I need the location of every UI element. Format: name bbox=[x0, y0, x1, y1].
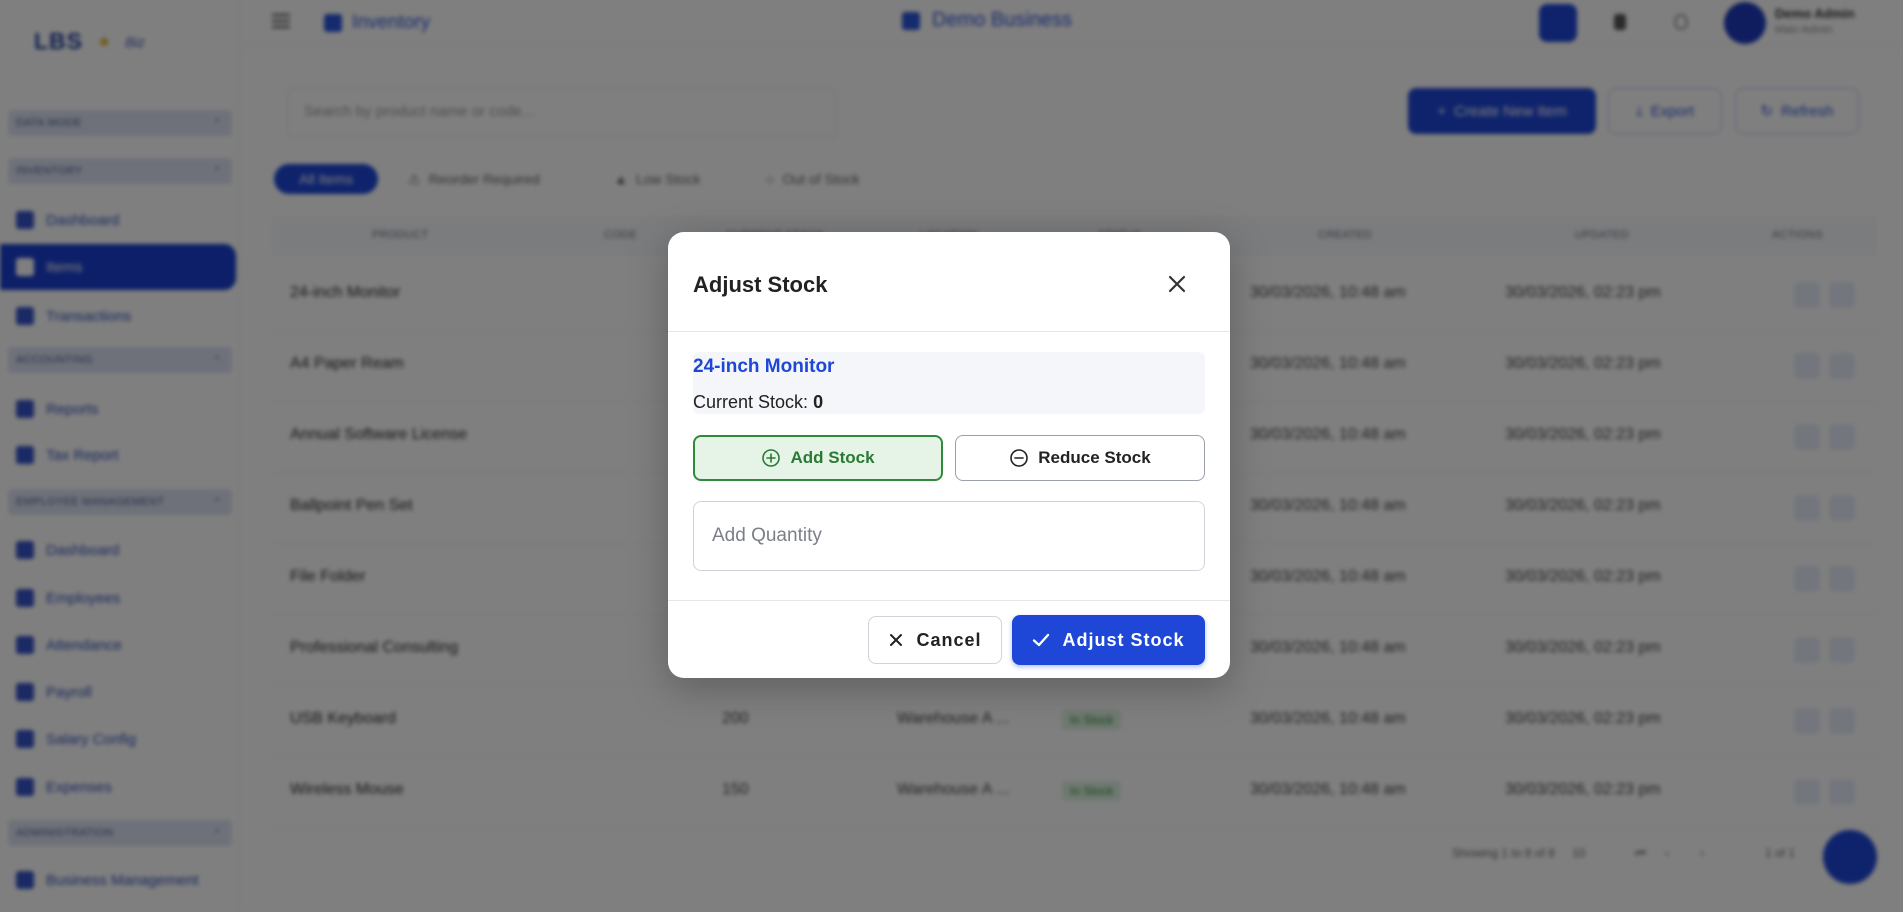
current-stock-value: 0 bbox=[813, 392, 824, 412]
product-summary: 24-inch Monitor Current Stock: 0 bbox=[693, 352, 1205, 414]
plus-circle-icon bbox=[762, 449, 781, 467]
reduce-stock-toggle[interactable]: Reduce Stock bbox=[955, 435, 1205, 481]
product-name: 24-inch Monitor bbox=[693, 356, 835, 377]
current-stock-label: Current Stock: bbox=[693, 392, 809, 412]
add-stock-toggle[interactable]: Add Stock bbox=[693, 435, 943, 481]
minus-circle-icon bbox=[1010, 449, 1029, 467]
quantity-input[interactable] bbox=[693, 501, 1205, 571]
current-stock: Current Stock: 0 bbox=[693, 392, 823, 413]
adjust-stock-label: Adjust Stock bbox=[1062, 629, 1185, 650]
cancel-button[interactable]: Cancel bbox=[868, 616, 1002, 664]
dialog-title: Adjust Stock bbox=[693, 272, 828, 297]
close-button[interactable] bbox=[1159, 266, 1195, 302]
close-icon bbox=[1168, 275, 1186, 293]
adjust-stock-dialog: Adjust Stock 24-inch Monitor Current Sto… bbox=[668, 232, 1230, 678]
dialog-footer-divider bbox=[668, 600, 1230, 601]
close-icon bbox=[890, 634, 903, 646]
check-icon bbox=[1033, 633, 1050, 647]
dialog-header: Adjust Stock bbox=[668, 232, 1230, 332]
cancel-label: Cancel bbox=[916, 629, 982, 650]
reduce-stock-label: Reduce Stock bbox=[1038, 448, 1151, 467]
add-stock-label: Add Stock bbox=[790, 448, 875, 467]
adjust-stock-button[interactable]: Adjust Stock bbox=[1012, 615, 1205, 665]
